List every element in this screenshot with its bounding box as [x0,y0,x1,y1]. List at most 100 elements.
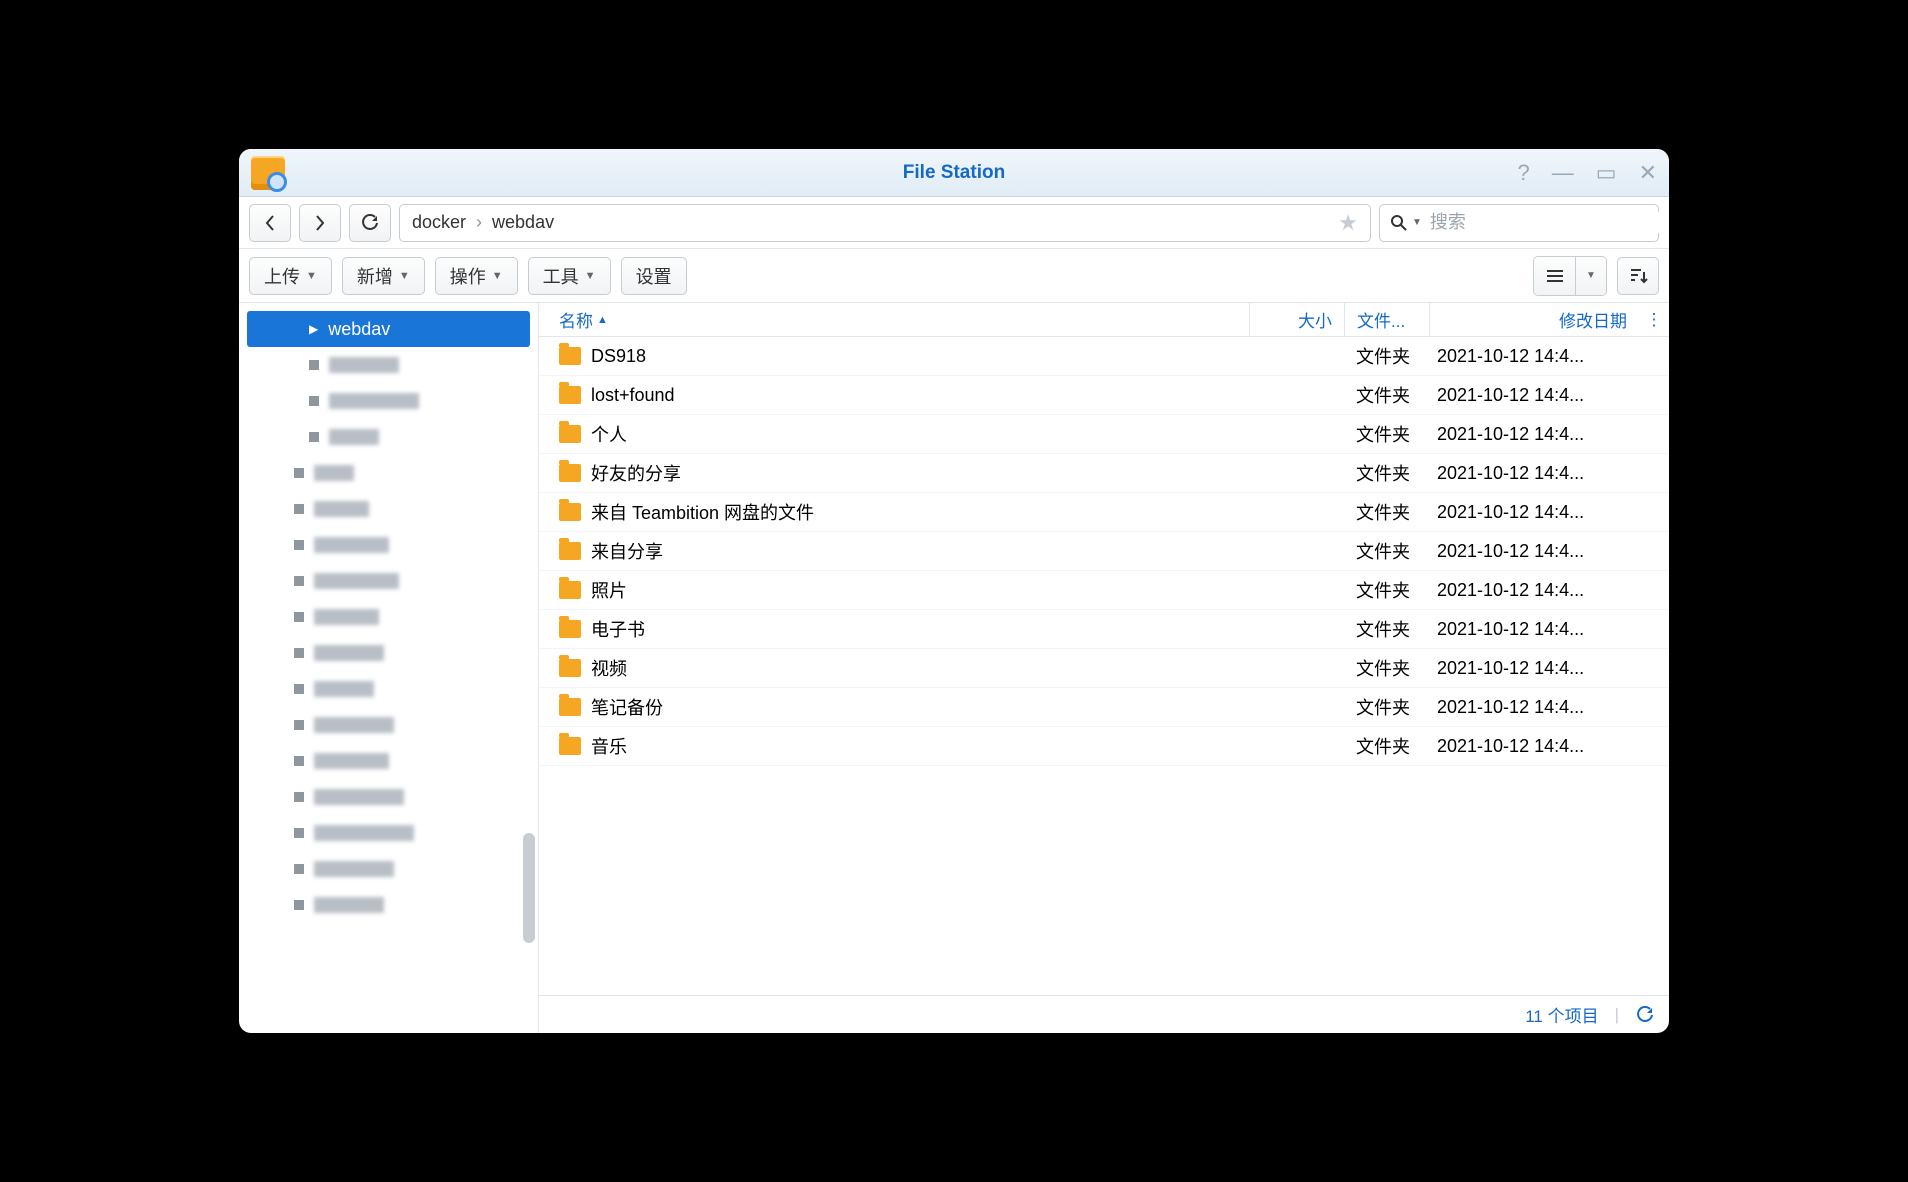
search-dropdown-icon[interactable]: ▼ [1412,217,1422,228]
list-icon [1545,268,1565,284]
sidebar-item-blurred[interactable] [239,383,538,419]
breadcrumb[interactable]: docker › webdav ★ [399,204,1371,242]
folder-icon [559,581,581,599]
breadcrumb-part[interactable]: webdav [492,212,554,233]
body: ▶ webdav 名称▲ 大小 文件... [239,303,1669,1033]
view-dropdown-button[interactable]: ▼ [1576,257,1606,295]
sort-button[interactable] [1617,257,1659,295]
minimize-icon[interactable]: — [1552,160,1574,186]
sidebar-item-blurred[interactable] [239,851,538,887]
search-input[interactable] [1430,212,1662,233]
forward-button[interactable] [299,204,341,242]
column-size[interactable]: 大小 [1249,303,1344,336]
breadcrumb-part[interactable]: docker [412,212,466,233]
folder-icon [559,542,581,560]
window-title: File Station [903,162,1005,184]
help-icon[interactable]: ? [1518,160,1530,186]
tools-button[interactable]: 工具▼ [528,257,611,295]
file-row[interactable]: 音乐文件夹2021-10-12 14:4... [539,727,1669,766]
toolbar: 上传▼ 新增▼ 操作▼ 工具▼ 设置 ▼ [239,249,1669,303]
sidebar-item-blurred[interactable] [239,419,538,455]
file-modified: 2021-10-12 14:4... [1429,619,1639,640]
sidebar-item-blurred[interactable] [239,563,538,599]
sidebar-item-blurred[interactable] [239,779,538,815]
column-type[interactable]: 文件... [1344,303,1429,336]
breadcrumb-separator-icon: › [476,212,482,233]
file-row[interactable]: 电子书 文件夹2021-10-12 14:4... [539,610,1669,649]
file-row[interactable]: 视频文件夹2021-10-12 14:4... [539,649,1669,688]
sidebar-item-blurred[interactable] [239,635,538,671]
sidebar-item-blurred[interactable] [239,887,538,923]
search-box[interactable]: ▼ [1379,204,1659,242]
folder-icon [559,386,581,404]
favorite-star-icon[interactable]: ★ [1338,210,1358,236]
folder-icon [559,737,581,755]
file-type: 文件夹 [1344,343,1429,369]
list-view-button[interactable] [1534,257,1576,295]
sort-asc-icon: ▲ [597,314,608,326]
create-label: 新增 [357,263,393,289]
sidebar-item-blurred[interactable] [239,527,538,563]
titlebar: File Station ? — ▭ ✕ [239,149,1669,197]
close-icon[interactable]: ✕ [1639,160,1657,186]
sidebar-item-blurred[interactable] [239,743,538,779]
sidebar-item-blurred[interactable] [239,491,538,527]
maximize-icon[interactable]: ▭ [1596,160,1617,186]
file-name: 好友的分享 [591,460,681,486]
file-modified: 2021-10-12 14:4... [1429,424,1639,445]
file-name: DS918 [591,346,646,367]
file-type: 文件夹 [1344,694,1429,720]
file-type: 文件夹 [1344,421,1429,447]
file-modified: 2021-10-12 14:4... [1429,385,1639,406]
sort-icon [1628,267,1648,285]
sidebar-item-webdav[interactable]: ▶ webdav [247,311,530,347]
chevron-down-icon: ▼ [585,270,596,282]
scrollbar-thumb[interactable] [523,833,535,943]
file-type: 文件夹 [1344,499,1429,525]
sidebar-item-blurred[interactable] [239,815,538,851]
sidebar-item-blurred[interactable] [239,455,538,491]
upload-label: 上传 [264,263,300,289]
file-name: 笔记备份 [591,694,663,720]
file-name: 电子书 [591,616,645,642]
column-name[interactable]: 名称▲ [539,307,1249,332]
refresh-icon[interactable] [1635,1005,1655,1025]
back-button[interactable] [249,204,291,242]
file-row[interactable]: 来自分享 文件夹2021-10-12 14:4... [539,532,1669,571]
file-row[interactable]: 个人文件夹2021-10-12 14:4... [539,415,1669,454]
file-row[interactable]: 照片文件夹2021-10-12 14:4... [539,571,1669,610]
create-button[interactable]: 新增▼ [342,257,425,295]
file-modified: 2021-10-12 14:4... [1429,346,1639,367]
settings-button[interactable]: 设置 [621,257,687,295]
chevron-down-icon: ▼ [1586,270,1596,281]
file-row[interactable]: 好友的分享文件夹2021-10-12 14:4... [539,454,1669,493]
file-name: 来自分享 [591,538,663,564]
folder-icon [559,347,581,365]
file-type: 文件夹 [1344,616,1429,642]
file-type: 文件夹 [1344,460,1429,486]
file-row[interactable]: lost+found文件夹2021-10-12 14:4... [539,376,1669,415]
settings-label: 设置 [636,263,672,289]
expand-icon[interactable]: ▶ [309,322,318,336]
column-menu-icon[interactable]: ⋮ [1639,310,1669,330]
file-list: DS918文件夹2021-10-12 14:4...lost+found文件夹2… [539,337,1669,995]
window-controls: ? — ▭ ✕ [1518,160,1657,186]
file-row[interactable]: DS918 文件夹2021-10-12 14:4... [539,337,1669,376]
file-type: 文件夹 [1344,538,1429,564]
statusbar: 11 个项目 | [539,995,1669,1033]
sidebar-item-blurred[interactable] [239,671,538,707]
file-row[interactable]: 笔记备份文件夹2021-10-12 14:4... [539,688,1669,727]
file-name: lost+found [591,385,675,406]
sidebar-item-blurred[interactable] [239,599,538,635]
sidebar-item-blurred[interactable] [239,707,538,743]
sidebar-item-blurred[interactable] [239,347,538,383]
sidebar: ▶ webdav [239,303,539,1033]
file-row[interactable]: 来自 Teambition 网盘的文件文件夹2021-10-12 14:4... [539,493,1669,532]
file-modified: 2021-10-12 14:4... [1429,502,1639,523]
reload-button[interactable] [349,204,391,242]
column-modified[interactable]: 修改日期 [1429,303,1639,336]
file-modified: 2021-10-12 14:4... [1429,580,1639,601]
file-modified: 2021-10-12 14:4... [1429,541,1639,562]
upload-button[interactable]: 上传▼ [249,257,332,295]
action-button[interactable]: 操作▼ [435,257,518,295]
